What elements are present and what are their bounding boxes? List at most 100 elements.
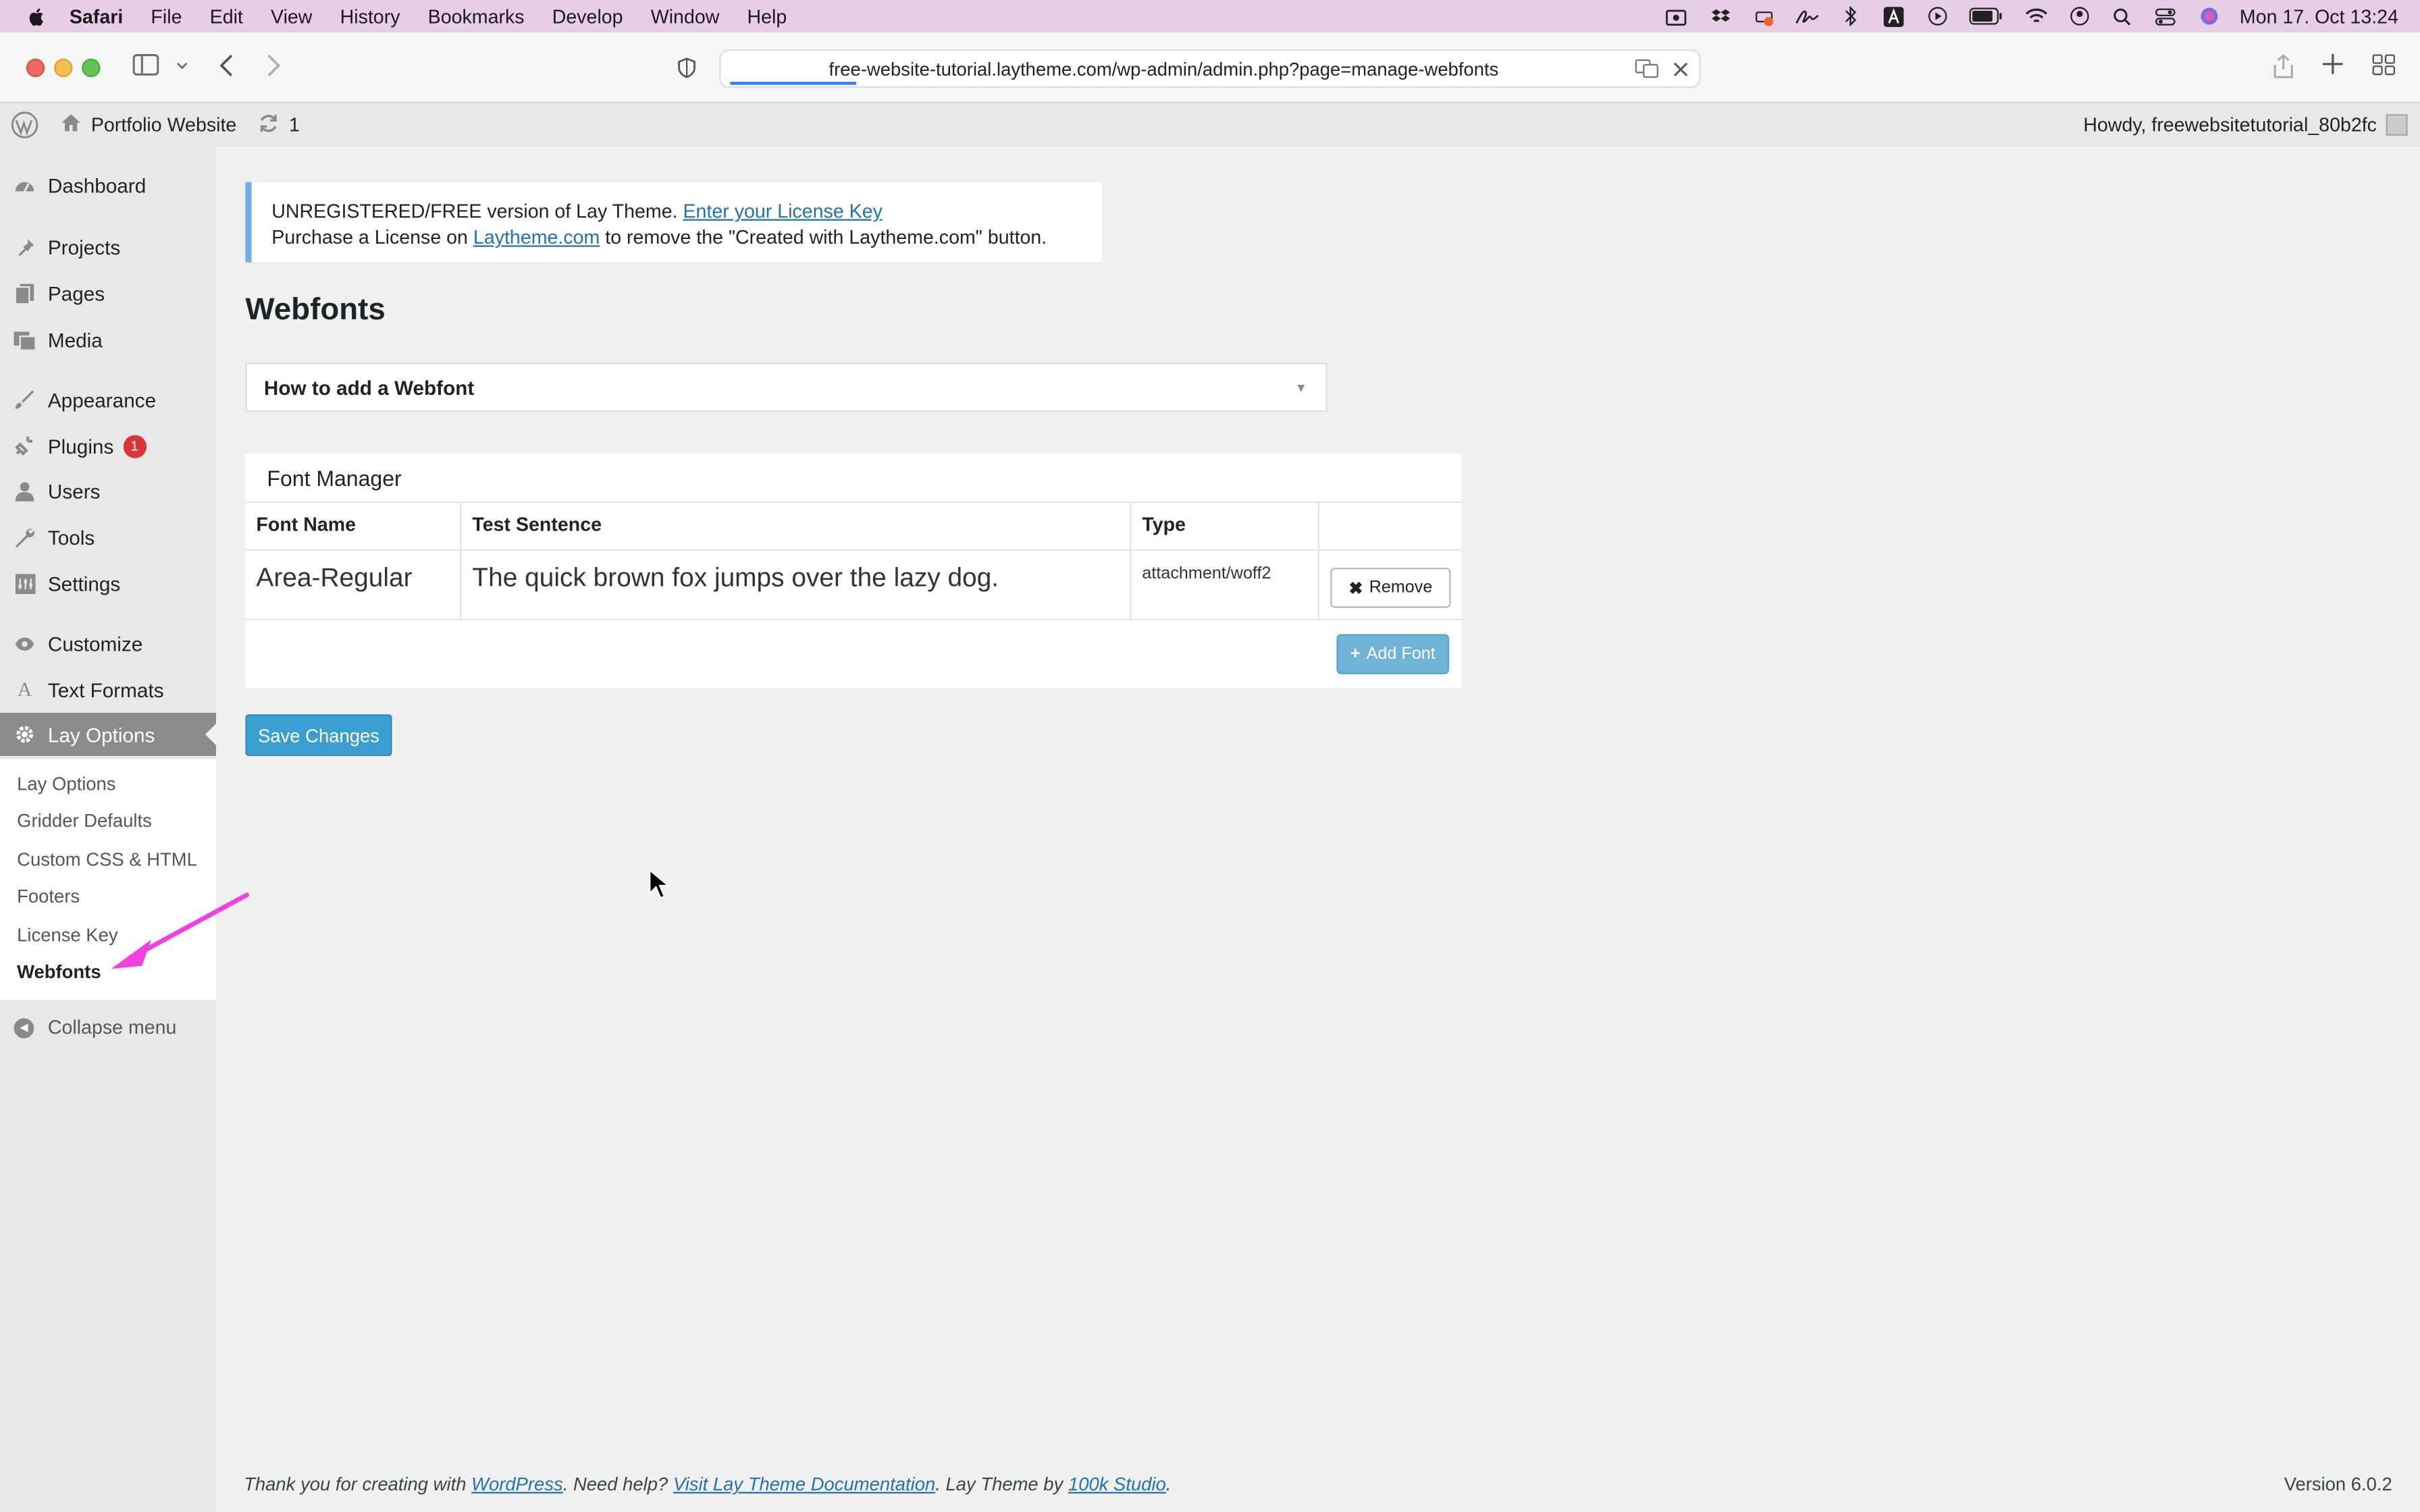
submenu-footers[interactable]: Footers — [17, 886, 80, 907]
notice-text: Purchase a License on — [271, 226, 468, 248]
divider — [1130, 501, 1132, 619]
wrench-icon — [14, 526, 36, 548]
add-font-button[interactable]: + Add Font — [1336, 634, 1450, 674]
eye-icon — [14, 632, 36, 654]
menu-app-name[interactable]: Safari — [70, 5, 123, 27]
user-circle-icon[interactable] — [2067, 5, 2092, 27]
sidebar-item-settings[interactable]: Settings — [0, 560, 216, 607]
documentation-link[interactable]: Visit Lay Theme Documentation — [673, 1474, 935, 1495]
version-text: Version 6.0.2 — [2284, 1473, 2392, 1495]
sidebar-item-label: Settings — [47, 571, 121, 595]
save-changes-button[interactable]: Save Changes — [245, 714, 392, 756]
submenu-custom-css-html[interactable]: Custom CSS & HTML — [17, 848, 197, 870]
translate-icon[interactable] — [1635, 59, 1660, 84]
studio-link[interactable]: 100k Studio — [1068, 1474, 1166, 1495]
wifi-icon[interactable] — [2024, 5, 2049, 27]
submenu-license-key[interactable]: License Key — [17, 924, 117, 946]
submenu-gridder-defaults[interactable]: Gridder Defaults — [17, 810, 152, 832]
battery-icon[interactable] — [1968, 5, 2005, 27]
sidebar-item-pages[interactable]: Pages — [0, 270, 216, 317]
menu-bookmarks[interactable]: Bookmarks — [428, 5, 525, 27]
admin-footer: Thank you for creating with WordPress. N… — [244, 1474, 1171, 1495]
sidebar-item-label: Dashboard — [47, 173, 147, 197]
footer-text: . Need help? — [562, 1473, 668, 1495]
page-load-progress — [730, 82, 857, 85]
browser-toolbar: free-website-tutorial.laytheme.com/wp-ad… — [0, 32, 2420, 104]
menu-window[interactable]: Window — [651, 5, 720, 27]
remove-label: Remove — [1369, 578, 1433, 597]
sidebar-item-dashboard[interactable]: Dashboard — [0, 162, 216, 209]
sidebar-item-media[interactable]: Media — [0, 317, 216, 363]
sidebar-item-customize[interactable]: Customize — [0, 620, 216, 667]
media-icon — [14, 329, 36, 350]
play-icon[interactable] — [1925, 5, 1950, 27]
sidebar-item-projects[interactable]: Projects — [0, 223, 216, 270]
site-home-link[interactable]: Portfolio Website — [60, 113, 236, 138]
url-text: free-website-tutorial.laytheme.com/wp-ad… — [828, 57, 1499, 80]
test-sentence-cell: The quick brown fox jumps over the lazy … — [472, 563, 999, 593]
divider — [1317, 501, 1320, 619]
collapse-menu-button[interactable]: ◀ Collapse menu — [0, 1012, 216, 1043]
new-tab-icon[interactable] — [2322, 53, 2343, 74]
footer-text: . Lay Theme by — [935, 1473, 1063, 1495]
wordpress-link[interactable]: WordPress — [471, 1474, 563, 1495]
font-a-icon[interactable] — [1882, 5, 1907, 27]
divider — [460, 501, 462, 619]
howdy-user[interactable]: Howdy, freewebsitetutorial_80b2fc — [2083, 114, 2377, 136]
status-icons: Mon 17. Oct 13:24 — [1647, 0, 2398, 32]
column-header-type: Type — [1142, 514, 1186, 536]
avatar[interactable] — [2386, 114, 2408, 136]
chevron-down-icon[interactable] — [176, 61, 188, 70]
submenu-lay-options[interactable]: Lay Options — [17, 773, 115, 794]
screen-record-icon[interactable] — [1666, 5, 1691, 27]
menu-history[interactable]: History — [340, 5, 400, 27]
footer-text: Thank you for creating with — [244, 1473, 467, 1495]
page-title: Webfonts — [245, 293, 386, 327]
sidebar-item-users[interactable]: Users — [0, 468, 216, 514]
zoom-window-button[interactable] — [82, 58, 101, 78]
remove-font-button[interactable]: ✖ Remove — [1330, 568, 1451, 608]
menu-view[interactable]: View — [271, 5, 312, 27]
privacy-shield-icon[interactable] — [677, 57, 695, 79]
sidebar-item-lay-options[interactable]: Lay Options — [0, 712, 216, 756]
updates-link[interactable]: 1 — [258, 112, 300, 138]
annotation-arrow-icon — [111, 892, 250, 969]
macos-menubar: Safari File Edit View History Bookmarks … — [0, 0, 2420, 32]
apple-icon[interactable] — [26, 5, 48, 27]
dropbox-icon[interactable] — [1709, 5, 1734, 27]
bluetooth-icon[interactable] — [1839, 5, 1864, 27]
sidebar-item-plugins[interactable]: Plugins 1 — [0, 423, 216, 469]
sidebar-item-text-formats[interactable]: A Text Formats — [0, 666, 216, 713]
siri-icon[interactable] — [2197, 5, 2221, 27]
menu-edit[interactable]: Edit — [210, 5, 243, 27]
share-icon[interactable] — [2273, 54, 2294, 79]
how-to-add-webfont-accordion[interactable]: How to add a Webfont ▼ — [245, 362, 1327, 412]
enter-license-link[interactable]: Enter your License Key — [683, 200, 882, 222]
license-notice: UNREGISTERED/FREE version of Lay Theme. … — [245, 182, 1102, 263]
back-icon[interactable] — [219, 54, 234, 77]
submenu-webfonts[interactable]: Webfonts — [17, 961, 101, 983]
close-window-button[interactable] — [26, 58, 45, 78]
menu-help[interactable]: Help — [747, 5, 787, 27]
font-manager-title: Font Manager — [267, 466, 402, 491]
wordpress-logo-icon[interactable] — [11, 111, 38, 139]
menubar-clock[interactable]: Mon 17. Oct 13:24 — [2240, 5, 2398, 27]
menu-develop[interactable]: Develop — [552, 5, 623, 27]
tab-overview-icon[interactable] — [2372, 54, 2395, 76]
search-icon[interactable] — [2110, 5, 2135, 27]
printer-icon[interactable] — [1752, 5, 1777, 27]
close-icon[interactable] — [1673, 60, 1689, 82]
sidebar-toggle-icon[interactable] — [132, 54, 159, 76]
forward-icon[interactable] — [267, 54, 281, 77]
laytheme-link[interactable]: Laytheme.com — [473, 227, 600, 248]
signature-icon[interactable] — [1795, 5, 1820, 27]
minimize-window-button[interactable] — [53, 58, 73, 78]
sidebar-item-label: Lay Options — [47, 722, 155, 747]
add-font-label: Add Font — [1366, 645, 1436, 664]
control-center-icon[interactable] — [2153, 5, 2178, 27]
sidebar-item-tools[interactable]: Tools — [0, 514, 216, 560]
menu-file[interactable]: File — [151, 5, 182, 27]
address-bar[interactable]: free-website-tutorial.laytheme.com/wp-ad… — [719, 49, 1701, 88]
sidebar-item-appearance[interactable]: Appearance — [0, 377, 216, 423]
sidebar-item-label: Media — [47, 327, 103, 351]
